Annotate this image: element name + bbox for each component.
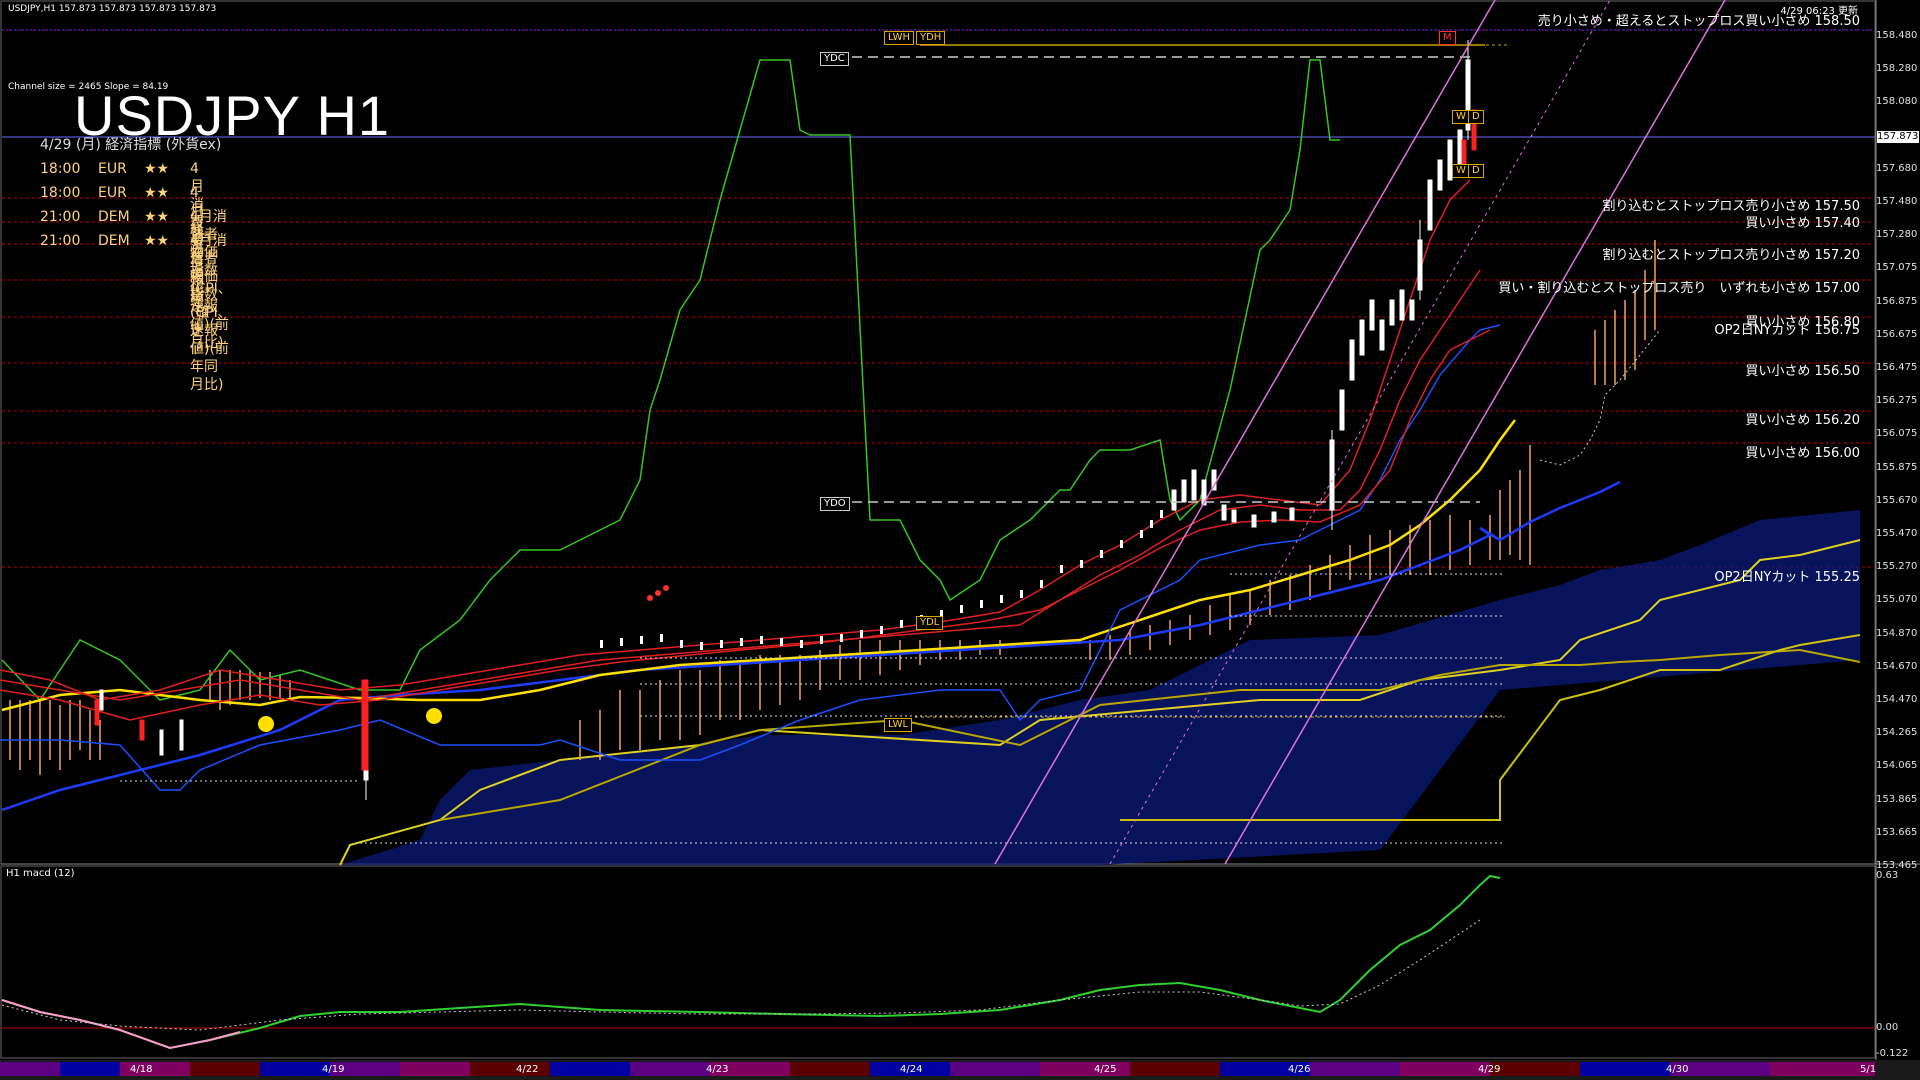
macd-tick: -0.122 (1876, 1048, 1909, 1059)
price-tick: 158.280 (1876, 63, 1918, 75)
note-label: 買い小さめ 157.40 (1745, 216, 1860, 231)
date-band (0, 1060, 1920, 1080)
kumo-blue (340, 510, 1860, 865)
date-tick: 4/25 (1094, 1064, 1117, 1075)
event-stars: ★★ (144, 161, 170, 177)
symbol-info: USDJPY,H1 157.873 157.873 157.873 157.87… (8, 4, 217, 14)
candle-small-markers (647, 585, 669, 601)
price-tick: 155.270 (1876, 561, 1918, 573)
tag-ydh: YDH (916, 31, 946, 45)
price-tick: 154.470 (1876, 694, 1918, 705)
macd-tick: 0.63 (1876, 870, 1899, 881)
price-tick: 154.870 (1876, 627, 1918, 639)
tag-ydo: YDO (820, 497, 850, 511)
date-tick: 4/19 (322, 1064, 345, 1075)
macd-line (1, 874, 1501, 1050)
macd-tick: 0.00 (1876, 1022, 1899, 1033)
price-tick: 154.065 (1876, 760, 1918, 772)
event-stars: ★★ (144, 233, 170, 249)
price-tick: 156.875 (1876, 295, 1918, 307)
chart-window[interactable]: USDJPY,H1 157.873 157.873 157.873 157.87… (0, 0, 1920, 1080)
price-tick: 158.480 (1876, 30, 1918, 41)
price-tick: 157.480 (1876, 196, 1918, 207)
tag-lwh: LWH (884, 31, 915, 45)
date-tick: 4/29 (1478, 1064, 1501, 1075)
event-stars: ★★ (144, 209, 170, 225)
date-tick: 5/1 (1860, 1064, 1877, 1075)
note-label: 買い・割り込むとストップロス売り いずれも小さめ 157.00 (1498, 281, 1860, 296)
marker-a-1 (258, 716, 274, 732)
macd-pink-tail (1, 999, 241, 1050)
tag-lwl: LWL (884, 718, 913, 732)
price-tick: 158.080 (1876, 96, 1918, 108)
price-tick: 153.865 (1876, 793, 1918, 805)
event-time: 21:00 (40, 233, 81, 249)
tag-d-1: D (1468, 110, 1484, 124)
price-tick: 157.280 (1876, 229, 1918, 241)
chart-canvas[interactable] (0, 0, 1920, 1080)
price-tick: 157.075 (1876, 262, 1918, 274)
event-cur: DEM (98, 209, 130, 225)
price-tick: 156.475 (1876, 362, 1918, 373)
tag-m: M (1439, 31, 1456, 45)
events-heading: 4/29 (月) 経済指標 (外貨ex) (40, 137, 222, 153)
note-label: 買い小さめ 156.20 (1745, 413, 1860, 428)
note-label: OP2日NYカット 155.25 (1714, 570, 1860, 585)
price-tick: 156.275 (1876, 395, 1918, 407)
price-tick: 156.075 (1876, 428, 1918, 440)
event-cur: EUR (98, 185, 127, 201)
price-tick: 154.265 (1876, 727, 1918, 739)
date-tick: 4/22 (516, 1064, 539, 1075)
event-time: 18:00 (40, 161, 81, 177)
note-label: 買い小さめ 156.50 (1745, 364, 1860, 379)
tag-ydc: YDC (820, 52, 849, 66)
date-tick: 4/30 (1666, 1064, 1689, 1075)
forecast-line (1539, 329, 1661, 466)
tag-ydl: YDL (916, 616, 944, 630)
event-name: 4月消費者物価指数(CPI、速報値)(前年同月比) (190, 233, 232, 393)
note-label: 割り込むとストップロス売り小さめ 157.20 (1602, 248, 1860, 263)
price-tick: 157.680 (1876, 162, 1918, 174)
price-tick: 153.665 (1876, 826, 1918, 838)
marker-a-2 (426, 708, 442, 724)
price-tick: 155.070 (1876, 594, 1918, 606)
event-stars: ★★ (144, 185, 170, 201)
note-label: 売り小さめ・超えるとストップロス買い小さめ 158.50 (1537, 14, 1860, 29)
date-tick: 4/23 (706, 1064, 729, 1075)
event-cur: EUR (98, 161, 127, 177)
event-cur: DEM (98, 233, 130, 249)
date-tick: 4/24 (900, 1064, 923, 1075)
price-tick: 155.470 (1876, 528, 1918, 539)
event-time: 21:00 (40, 209, 81, 225)
price-tick: 154.670 (1876, 660, 1918, 672)
note-label: OP2日NYカット 156.75 (1714, 323, 1860, 338)
note-label: 割り込むとストップロス売り小さめ 157.50 (1602, 199, 1860, 214)
tag-d-2: D (1468, 164, 1484, 178)
current-price-box: 157.873 (1877, 131, 1919, 143)
price-tick: 156.675 (1876, 328, 1918, 340)
price-tick: 155.670 (1876, 494, 1918, 506)
event-time: 18:00 (40, 185, 81, 201)
macd-label: H1 macd (12) (6, 868, 75, 879)
date-tick: 4/26 (1288, 1064, 1311, 1075)
note-label: 買い小さめ 156.00 (1745, 446, 1860, 461)
date-tick: 4/18 (130, 1064, 153, 1075)
candle-row (600, 510, 1163, 650)
price-tick: 155.875 (1876, 461, 1918, 473)
